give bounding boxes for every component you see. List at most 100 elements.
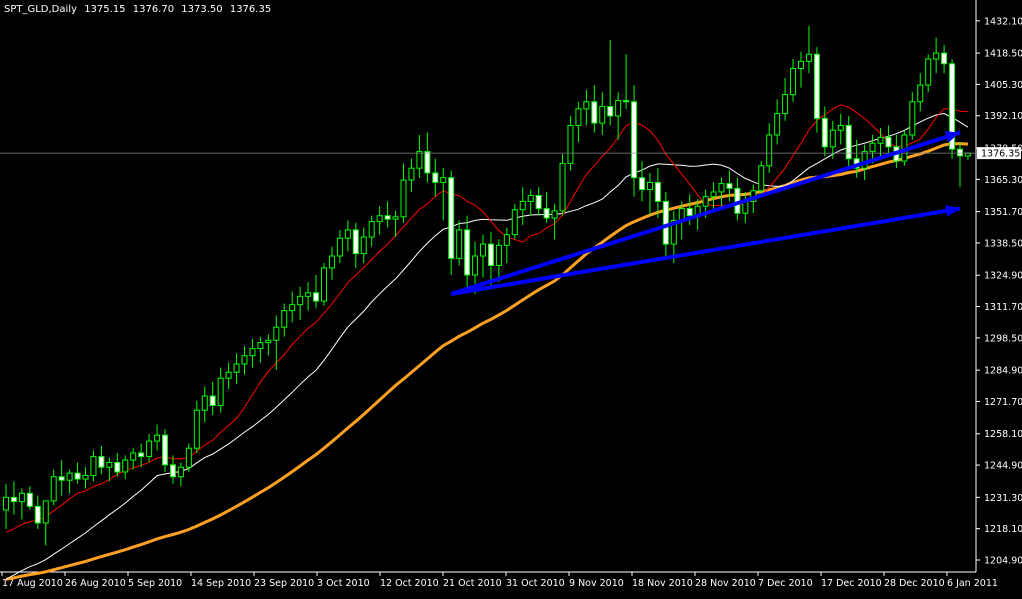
- candle-body: [639, 177, 645, 191]
- x-tick-label: 5 Sep 2010: [128, 578, 182, 589]
- current-price-label: 1376.35: [981, 149, 1020, 160]
- candle-body: [154, 434, 161, 442]
- y-tick-label: 1284.90: [984, 366, 1022, 377]
- y-tick-label: 1298.50: [984, 333, 1022, 344]
- trendline[interactable]: [450, 130, 961, 296]
- candle-body: [599, 105, 606, 124]
- open-value: 1375.15: [84, 4, 126, 15]
- trendline[interactable]: [450, 206, 961, 296]
- candle-body: [774, 113, 781, 136]
- candle-body: [551, 210, 558, 219]
- y-tick-label: 1351.70: [984, 207, 1022, 218]
- candle-body: [575, 108, 582, 126]
- candle-body: [344, 229, 351, 239]
- x-tick-label: 23 Sep 2010: [254, 578, 314, 589]
- candle-body: [654, 181, 661, 202]
- candle-body: [424, 151, 431, 174]
- candle-body: [34, 505, 41, 524]
- candle-body: [464, 229, 471, 276]
- candle-body: [511, 209, 518, 236]
- candle-body: [122, 459, 129, 473]
- candle-body: [416, 151, 423, 169]
- candle-body: [933, 52, 940, 60]
- candle-body: [90, 456, 97, 477]
- candle-body: [400, 179, 407, 218]
- candle-body: [249, 348, 256, 357]
- candle-body: [408, 167, 415, 181]
- candle-body: [376, 215, 383, 223]
- y-tick-label: 1324.90: [984, 271, 1022, 282]
- x-tick-label: 14 Sep 2010: [191, 578, 251, 589]
- candle-body: [58, 476, 65, 481]
- candle-body: [837, 124, 844, 131]
- candle-body: [519, 200, 526, 211]
- candle-body: [964, 152, 971, 157]
- y-tick-label: 1271.70: [984, 397, 1022, 408]
- candle-body: [503, 234, 510, 246]
- close-value: 1376.35: [229, 4, 272, 15]
- candle-body: [233, 363, 240, 373]
- candle-body: [583, 101, 590, 110]
- candle-body: [193, 409, 200, 449]
- candle-body: [241, 355, 248, 365]
- candle-body: [162, 434, 168, 466]
- candle-body: [686, 208, 693, 217]
- candle-body: [790, 68, 797, 96]
- candle-body: [885, 136, 892, 148]
- candle-body: [798, 60, 804, 70]
- candle-body: [495, 244, 502, 266]
- x-tick-label: 28 Dec 2010: [884, 578, 945, 589]
- candle-body: [487, 243, 494, 266]
- candle-body: [384, 215, 391, 220]
- y-tick-label: 1258.10: [984, 429, 1022, 440]
- candle-body: [313, 292, 320, 302]
- candle-body: [917, 84, 924, 103]
- candle-body: [3, 496, 9, 511]
- y-tick-label: 1418.50: [984, 49, 1022, 60]
- candle-body: [265, 339, 272, 344]
- candle-body: [718, 183, 725, 193]
- candle-body: [448, 177, 455, 259]
- candle-body: [925, 58, 932, 86]
- candle-body: [336, 237, 343, 257]
- candle-body: [209, 395, 216, 407]
- candle-body: [138, 452, 145, 458]
- candle-body: [591, 101, 598, 124]
- x-tick-label: 3 Oct 2010: [317, 578, 370, 589]
- price-chart[interactable]: 1432.101418.501405.301392.101378.501365.…: [0, 0, 1022, 595]
- candle-body: [805, 53, 812, 62]
- x-tick-label: 21 Oct 2010: [443, 578, 502, 589]
- y-tick-label: 1432.10: [984, 16, 1022, 27]
- y-tick-label: 1392.10: [984, 111, 1022, 122]
- x-tick-label: 6 Jan 2011: [947, 578, 998, 589]
- candle-body: [957, 148, 963, 157]
- candle-body: [877, 136, 884, 144]
- candle-body: [861, 151, 868, 169]
- candle-body: [631, 101, 638, 179]
- x-tick-label: 9 Nov 2010: [569, 578, 624, 589]
- candle-body: [480, 243, 486, 257]
- candle-body: [10, 496, 17, 503]
- candle-body: [352, 229, 359, 255]
- candle-body: [281, 310, 288, 328]
- candle-body: [177, 466, 184, 478]
- candle-body: [26, 492, 33, 507]
- candle-body: [440, 177, 447, 183]
- x-tick-label: 28 Nov 2010: [695, 578, 756, 589]
- y-tick-label: 1405.30: [984, 80, 1022, 91]
- high-value: 1376.70: [132, 4, 175, 15]
- candle-body: [527, 194, 534, 202]
- candle-body: [646, 181, 653, 191]
- candle-body: [328, 255, 335, 269]
- x-tick-label: 26 Aug 2010: [65, 578, 126, 589]
- candle-body: [114, 461, 121, 473]
- ma-fast-line: [5, 104, 969, 533]
- chart-area[interactable]: 1432.101418.501405.301392.101378.501365.…: [0, 0, 1022, 595]
- candle-body: [607, 105, 614, 117]
- candle-body: [66, 472, 73, 481]
- candle-body: [559, 162, 566, 212]
- candle-body: [909, 101, 916, 136]
- y-tick-label: 1204.90: [984, 556, 1022, 567]
- candle-body: [456, 229, 463, 259]
- candle-body: [305, 292, 312, 297]
